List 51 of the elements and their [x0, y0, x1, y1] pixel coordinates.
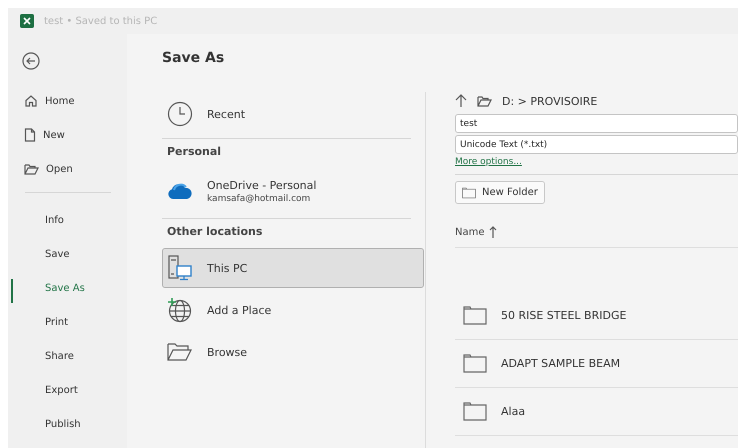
location-item[interactable]: Add a Place	[162, 290, 424, 330]
sidebar-item[interactable]: Save	[8, 237, 127, 271]
location-item[interactable]: Browse	[162, 332, 424, 372]
globe-icon	[167, 297, 193, 323]
sidebar-item[interactable]: Share	[8, 339, 127, 373]
sidebar-item[interactable]: Export	[8, 373, 127, 407]
sidebar-item[interactable]: Print	[8, 305, 127, 339]
sidebar-item[interactable]: Publish	[8, 407, 127, 441]
folder-icon	[463, 306, 487, 325]
sidebar-item[interactable]: Info	[8, 203, 127, 237]
folder-icon	[477, 95, 492, 107]
sort-arrow-icon	[488, 226, 497, 238]
location-label: Recent	[207, 108, 246, 120]
location-item[interactable]: This PC	[162, 248, 424, 288]
location-label: This PC	[207, 262, 248, 274]
back-icon[interactable]	[22, 52, 40, 70]
file-type-field[interactable]: Unicode Text (*.txt)	[455, 135, 738, 154]
clock-icon	[167, 101, 193, 127]
folder-path[interactable]: D: > PROVISOIRE	[502, 94, 598, 108]
folder-icon	[463, 402, 487, 421]
folder-row[interactable]: Alaa	[455, 388, 738, 436]
new-folder-button[interactable]: New Folder	[455, 181, 545, 204]
section-heading: Personal	[166, 144, 222, 160]
account-email: kamsafa@hotmail.com	[207, 194, 312, 204]
location-item[interactable]: Recent	[162, 94, 424, 134]
location-item[interactable]: OneDrive - Personal kamsafa@hotmail.com	[162, 168, 424, 214]
sidebar-item[interactable]: New	[8, 118, 127, 152]
file-name-field[interactable]: test	[455, 114, 738, 133]
more-options-link[interactable]: More options...	[455, 157, 522, 167]
folder-row[interactable]: ADAPT SAMPLE BEAM	[455, 340, 738, 388]
folder-row[interactable]: 50 RISE STEEL BRIDGE	[455, 292, 738, 340]
folder-icon	[463, 354, 487, 373]
up-arrow-icon[interactable]	[455, 94, 467, 108]
page-title: Save As	[161, 49, 226, 68]
name-column-header[interactable]: Name	[455, 217, 738, 247]
sidebar-item[interactable]: Home	[8, 84, 127, 118]
window-title: test • Saved to this PC	[44, 16, 158, 26]
sidebar-item[interactable]: Save As	[8, 271, 127, 305]
location-label: Browse	[207, 346, 248, 358]
computer-icon	[167, 254, 193, 282]
location-label: Add a Place	[207, 304, 272, 316]
home-icon	[24, 94, 38, 108]
document-icon	[24, 128, 36, 142]
folder-icon	[167, 342, 193, 362]
location-label: OneDrive - Personal	[207, 178, 316, 192]
folder-icon	[462, 186, 476, 198]
spreadsheet-app-icon	[20, 14, 34, 28]
sidebar-item[interactable]: Open	[8, 152, 127, 186]
section-heading: Other locations	[166, 224, 264, 240]
folder-icon	[24, 163, 39, 175]
cloud-icon	[167, 182, 193, 200]
